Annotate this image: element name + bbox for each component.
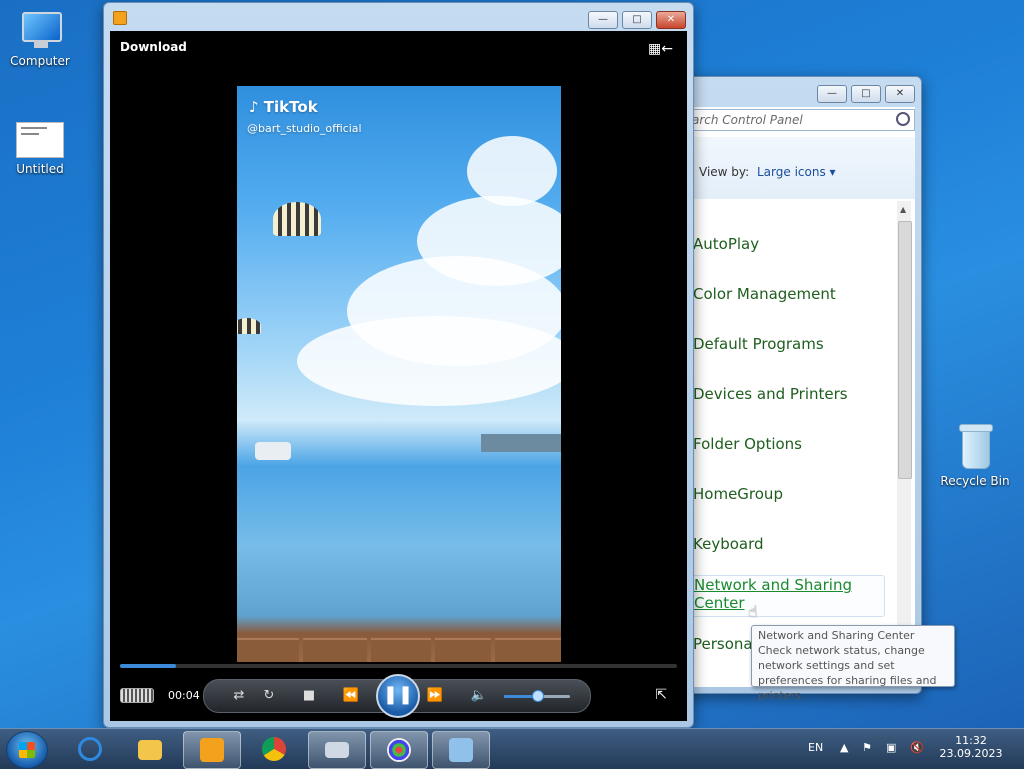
- vertical-scrollbar[interactable]: ▲: [897, 201, 912, 687]
- tooltip-text: Check network status, change network set…: [758, 644, 937, 702]
- volume-icon[interactable]: 🔇: [910, 741, 924, 754]
- document-icon: [16, 122, 64, 158]
- desktop-icon-label: Computer: [10, 54, 70, 68]
- internet-explorer-icon: [78, 737, 102, 761]
- cp-item-network-sharing[interactable]: Network and Sharing Center: [691, 575, 885, 617]
- action-center-icon[interactable]: ⚑: [862, 741, 872, 754]
- recycle-bin-icon: [957, 424, 993, 470]
- view-by-value: Large icons: [757, 165, 826, 179]
- next-icon[interactable]: ⏩: [424, 688, 446, 703]
- media-player-icon: [200, 738, 224, 762]
- desktop-icon-label: Recycle Bin: [940, 474, 1010, 488]
- tooltip: Network and Sharing Center Check network…: [751, 625, 955, 702]
- desktop-icon-computer[interactable]: Computer: [0, 10, 80, 68]
- fullscreen-icon[interactable]: ⇱: [655, 687, 667, 703]
- language-indicator[interactable]: EN: [808, 741, 823, 754]
- stop-icon[interactable]: ■: [298, 688, 320, 703]
- clock-time: 11:32: [955, 734, 987, 747]
- maximize-button[interactable]: □: [622, 11, 652, 29]
- cp-item-autoplay[interactable]: AutoPlay: [693, 235, 759, 253]
- volume-knob[interactable]: [532, 690, 544, 702]
- close-button[interactable]: ✕: [656, 11, 686, 29]
- windows-logo-icon: [19, 742, 35, 758]
- clock[interactable]: 11:32 23.09.2023: [938, 734, 1004, 760]
- view-by-dropdown[interactable]: Large icons ▾: [757, 165, 836, 179]
- cp-item-default-programs[interactable]: Default Programs: [693, 335, 824, 353]
- control-panel-icon: [449, 738, 473, 762]
- tooltip-title: Network and Sharing Center: [758, 629, 915, 642]
- elapsed-time: 00:04: [168, 689, 200, 702]
- control-panel-window: — □ ✕ arch Control Panel View by: Large …: [672, 76, 922, 694]
- taskbar-control-panel[interactable]: [432, 731, 490, 769]
- repeat-icon[interactable]: ↻: [258, 688, 280, 703]
- shuffle-icon[interactable]: ⇄: [228, 688, 250, 703]
- network-icon[interactable]: ▣: [886, 741, 896, 754]
- cp-item-color-management[interactable]: Color Management: [693, 285, 836, 303]
- layout-grip[interactable]: [120, 688, 154, 703]
- view-by-label: View by:: [699, 165, 750, 179]
- video-frame: ♪ TikTok @bart_studio_official: [237, 86, 561, 662]
- start-button[interactable]: [6, 731, 48, 769]
- clock-date: 23.09.2023: [939, 747, 1003, 760]
- parachute-image: [273, 202, 321, 236]
- taskbar-explorer[interactable]: [122, 731, 178, 767]
- search-input[interactable]: arch Control Panel: [679, 109, 915, 131]
- taskbar-chrome[interactable]: [246, 731, 302, 767]
- maximize-button[interactable]: □: [851, 85, 881, 103]
- taskbar-keyboard[interactable]: [308, 731, 366, 769]
- video-area[interactable]: Download ▦← ♪ TikTok @bart_studio_offici…: [110, 31, 687, 721]
- playback-controls: ⇄ ↻ ■ ⏪ ❚❚ ⏩ 🔈: [203, 674, 591, 718]
- scroll-up-icon[interactable]: ▲: [900, 205, 906, 214]
- paint-icon: [387, 738, 411, 762]
- hand-cursor-icon: ☝: [748, 602, 758, 621]
- previous-icon[interactable]: ⏪: [340, 688, 362, 703]
- switch-to-library-icon[interactable]: ▦←: [648, 41, 673, 57]
- media-player-window: — □ ✕ Download ▦← ♪ TikTok @bart_studio_…: [103, 2, 694, 728]
- chrome-icon: [262, 737, 286, 761]
- taskbar-ie[interactable]: [62, 731, 118, 767]
- close-button[interactable]: ✕: [885, 85, 915, 103]
- tiktok-logo: ♪ TikTok: [249, 98, 318, 116]
- show-hidden-icons-icon[interactable]: ▲: [840, 741, 848, 754]
- cp-item-keyboard[interactable]: Keyboard: [693, 535, 764, 553]
- cp-item-homegroup[interactable]: HomeGroup: [693, 485, 783, 503]
- folder-icon: [138, 740, 162, 760]
- download-label[interactable]: Download: [120, 40, 187, 54]
- computer-icon: [18, 10, 62, 50]
- taskbar-paint[interactable]: [370, 731, 428, 769]
- media-player-icon: [113, 11, 127, 25]
- parachute-image: [237, 318, 261, 334]
- scrollbar-thumb[interactable]: [898, 221, 912, 479]
- taskbar: EN ▲ ⚑ ▣ 🔇 11:32 23.09.2023: [0, 728, 1024, 769]
- view-bar: View by: Large icons ▾: [679, 137, 915, 199]
- tiktok-handle: @bart_studio_official: [247, 122, 362, 135]
- cp-item-devices-printers[interactable]: Devices and Printers: [693, 385, 848, 403]
- minimize-button[interactable]: —: [588, 11, 618, 29]
- search-icon[interactable]: [896, 112, 910, 126]
- pause-button[interactable]: ❚❚: [376, 674, 420, 718]
- search-placeholder: arch Control Panel: [692, 113, 803, 127]
- desktop-icon-untitled[interactable]: Untitled: [0, 122, 80, 176]
- taskbar-media-player[interactable]: [183, 731, 241, 769]
- control-panel-content: arch Control Panel View by: Large icons …: [679, 107, 915, 687]
- cp-item-folder-options[interactable]: Folder Options: [693, 435, 802, 453]
- tiktok-brand: TikTok: [263, 98, 318, 116]
- desktop-icon-recycle-bin[interactable]: Recycle Bin: [935, 424, 1015, 488]
- keyboard-icon: [325, 742, 349, 758]
- seek-bar[interactable]: [120, 664, 677, 668]
- minimize-button[interactable]: —: [817, 85, 847, 103]
- desktop-icon-label: Untitled: [16, 162, 64, 176]
- mute-icon[interactable]: 🔈: [468, 688, 490, 703]
